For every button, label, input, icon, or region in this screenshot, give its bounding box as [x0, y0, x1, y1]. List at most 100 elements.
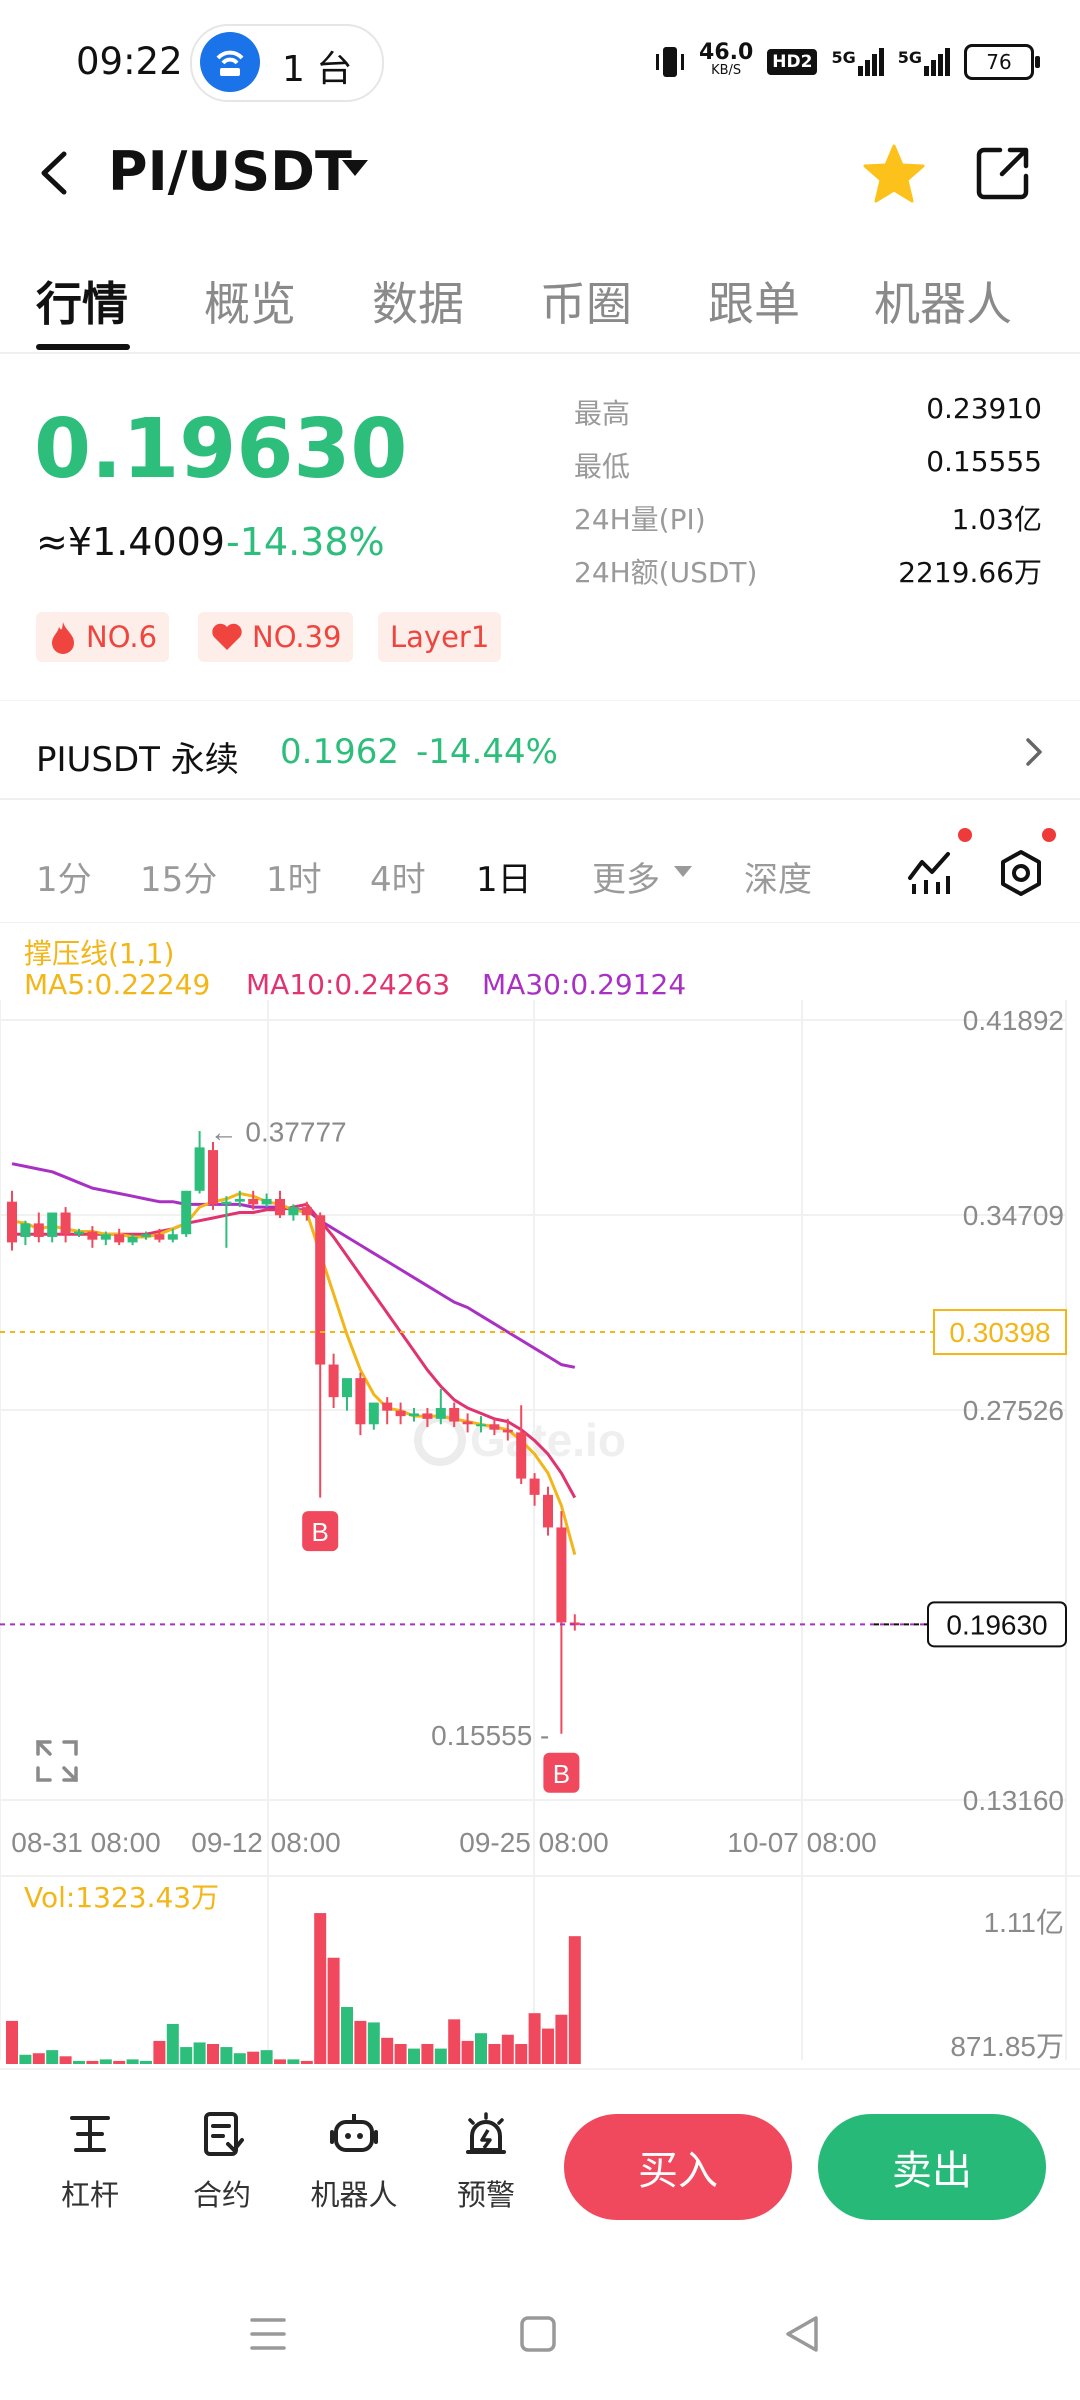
back-nav-icon[interactable] [782, 2314, 822, 2354]
y-axis-label: 0.27526 [963, 1395, 1064, 1426]
volume-bar [73, 2060, 85, 2064]
favorite-star-icon[interactable] [862, 142, 926, 206]
hotspot-chip[interactable]: 1 台 [190, 24, 384, 102]
current-price-value: 0.19630 [946, 1609, 1047, 1640]
category-badge[interactable]: Layer1 [378, 612, 502, 662]
buy-button[interactable]: 买入 [564, 2114, 792, 2220]
stat-label-high: 最高 [574, 397, 631, 430]
volume-bar [421, 2043, 434, 2064]
indicator-chart-icon[interactable] [904, 848, 954, 898]
bot-button[interactable]: 机器人 [304, 2110, 404, 2214]
candle [502, 1429, 513, 1433]
stat-label-volume: 24H量(PI) [574, 503, 706, 536]
low-marker: 0.15555 - [431, 1720, 549, 1751]
home-icon[interactable] [518, 2314, 558, 2354]
fav-rank-badge[interactable]: NO.39 [198, 612, 354, 662]
candle [435, 1407, 446, 1419]
interval-15m[interactable]: 15分 [140, 852, 217, 901]
volume-bar [140, 2060, 152, 2064]
interval-1m[interactable]: 1分 [36, 852, 92, 901]
share-icon[interactable] [974, 144, 1032, 202]
volume-bar [542, 2028, 554, 2064]
candle [7, 1201, 17, 1243]
interval-1d[interactable]: 1日 [476, 852, 532, 901]
menu-icon[interactable] [248, 2314, 288, 2354]
candle [355, 1378, 366, 1425]
svg-text:Gate.io: Gate.io [470, 1414, 626, 1466]
sell-button[interactable]: 卖出 [818, 2114, 1046, 2220]
volume-bar [86, 2060, 99, 2064]
perpetual-name: PIUSDT 永续 [36, 740, 239, 780]
volume-bar [46, 2050, 59, 2064]
volume-bar [287, 2059, 300, 2064]
volume-bar [19, 2054, 32, 2064]
ma5-line [11, 1192, 577, 1555]
volume-bar [193, 2042, 206, 2064]
interval-more[interactable]: 更多 [592, 852, 660, 901]
buy-marker-label: B [312, 1517, 329, 1547]
perpetual-price: 0.1962 [280, 732, 399, 772]
volume-bar [32, 2053, 45, 2064]
signal-icon-1: 5G [831, 48, 884, 76]
chevron-left-icon [41, 151, 67, 195]
contract-button[interactable]: 合约 [172, 2110, 272, 2214]
candle [395, 1410, 406, 1417]
candle [556, 1527, 567, 1623]
volume-bar [461, 2040, 474, 2064]
status-bar: 09:22 1 台 46.0 KB/S HD2 5G 5G 76 [0, 0, 1080, 124]
interval-1h[interactable]: 1时 [266, 852, 322, 901]
volume-bar [180, 2047, 193, 2064]
volume-bar [341, 2007, 353, 2064]
chart-settings-icon[interactable] [996, 848, 1046, 898]
hot-rank-badge[interactable]: NO.6 [36, 612, 170, 662]
chevron-right-icon[interactable] [1022, 734, 1046, 770]
tab-copy-trade[interactable]: 跟单 [708, 268, 800, 334]
volume-bar [448, 2019, 461, 2064]
heart-icon [212, 623, 242, 650]
x-axis-label: 08-31 08:00 [11, 1827, 160, 1858]
fullscreen-icon[interactable] [34, 1738, 80, 1784]
volume-bar [220, 2047, 233, 2064]
volume-bar [354, 2020, 367, 2064]
tab-community[interactable]: 币圈 [540, 268, 632, 334]
volume-bar [300, 2060, 313, 2064]
volume-bar [367, 2022, 380, 2064]
volume-bar [568, 1936, 581, 2064]
divider [0, 352, 1080, 354]
tab-bot[interactable]: 机器人 [874, 268, 1012, 334]
alert-button[interactable]: 预警 [436, 2110, 536, 2214]
candle [422, 1413, 433, 1419]
leverage-button[interactable]: 杠杆 [40, 2110, 140, 2214]
tab-overview[interactable]: 概览 [204, 268, 296, 334]
candle [368, 1402, 379, 1425]
y-axis-label: 0.41892 [963, 1005, 1064, 1036]
stat-label-turnover: 24H额(USDT) [574, 556, 758, 589]
caret-down-icon[interactable] [342, 160, 368, 176]
volume-bar [260, 2050, 273, 2064]
volume-bar [381, 2037, 394, 2064]
volume-bar [59, 2056, 72, 2064]
interval-4h[interactable]: 4时 [370, 852, 426, 901]
interval-depth[interactable]: 深度 [744, 852, 812, 901]
candle [476, 1424, 486, 1427]
tab-data[interactable]: 数据 [372, 268, 464, 334]
candle [74, 1231, 84, 1235]
candle [342, 1378, 352, 1398]
volume-axis-label: 1.11亿 [984, 1907, 1064, 1938]
candle [315, 1215, 326, 1365]
candle [87, 1231, 98, 1240]
signal-icon-2: 5G [898, 48, 950, 76]
pair-title[interactable]: PI/USDT [108, 140, 352, 203]
candle [181, 1190, 192, 1235]
stat-value-high: 0.23910 [926, 392, 1042, 425]
volume-bar [434, 2048, 447, 2064]
cny-price: ≈¥1.4009 [36, 520, 225, 564]
volume-bar [274, 2059, 286, 2064]
stat-value-turnover: 2219.66万 [898, 556, 1042, 589]
active-tab-indicator [36, 344, 130, 350]
divider [0, 2068, 1080, 2070]
stat-value-volume: 1.03亿 [951, 503, 1042, 536]
back-button[interactable] [34, 148, 74, 198]
battery-icon: 76 [964, 44, 1040, 80]
tab-market[interactable]: 行情 [36, 268, 128, 334]
